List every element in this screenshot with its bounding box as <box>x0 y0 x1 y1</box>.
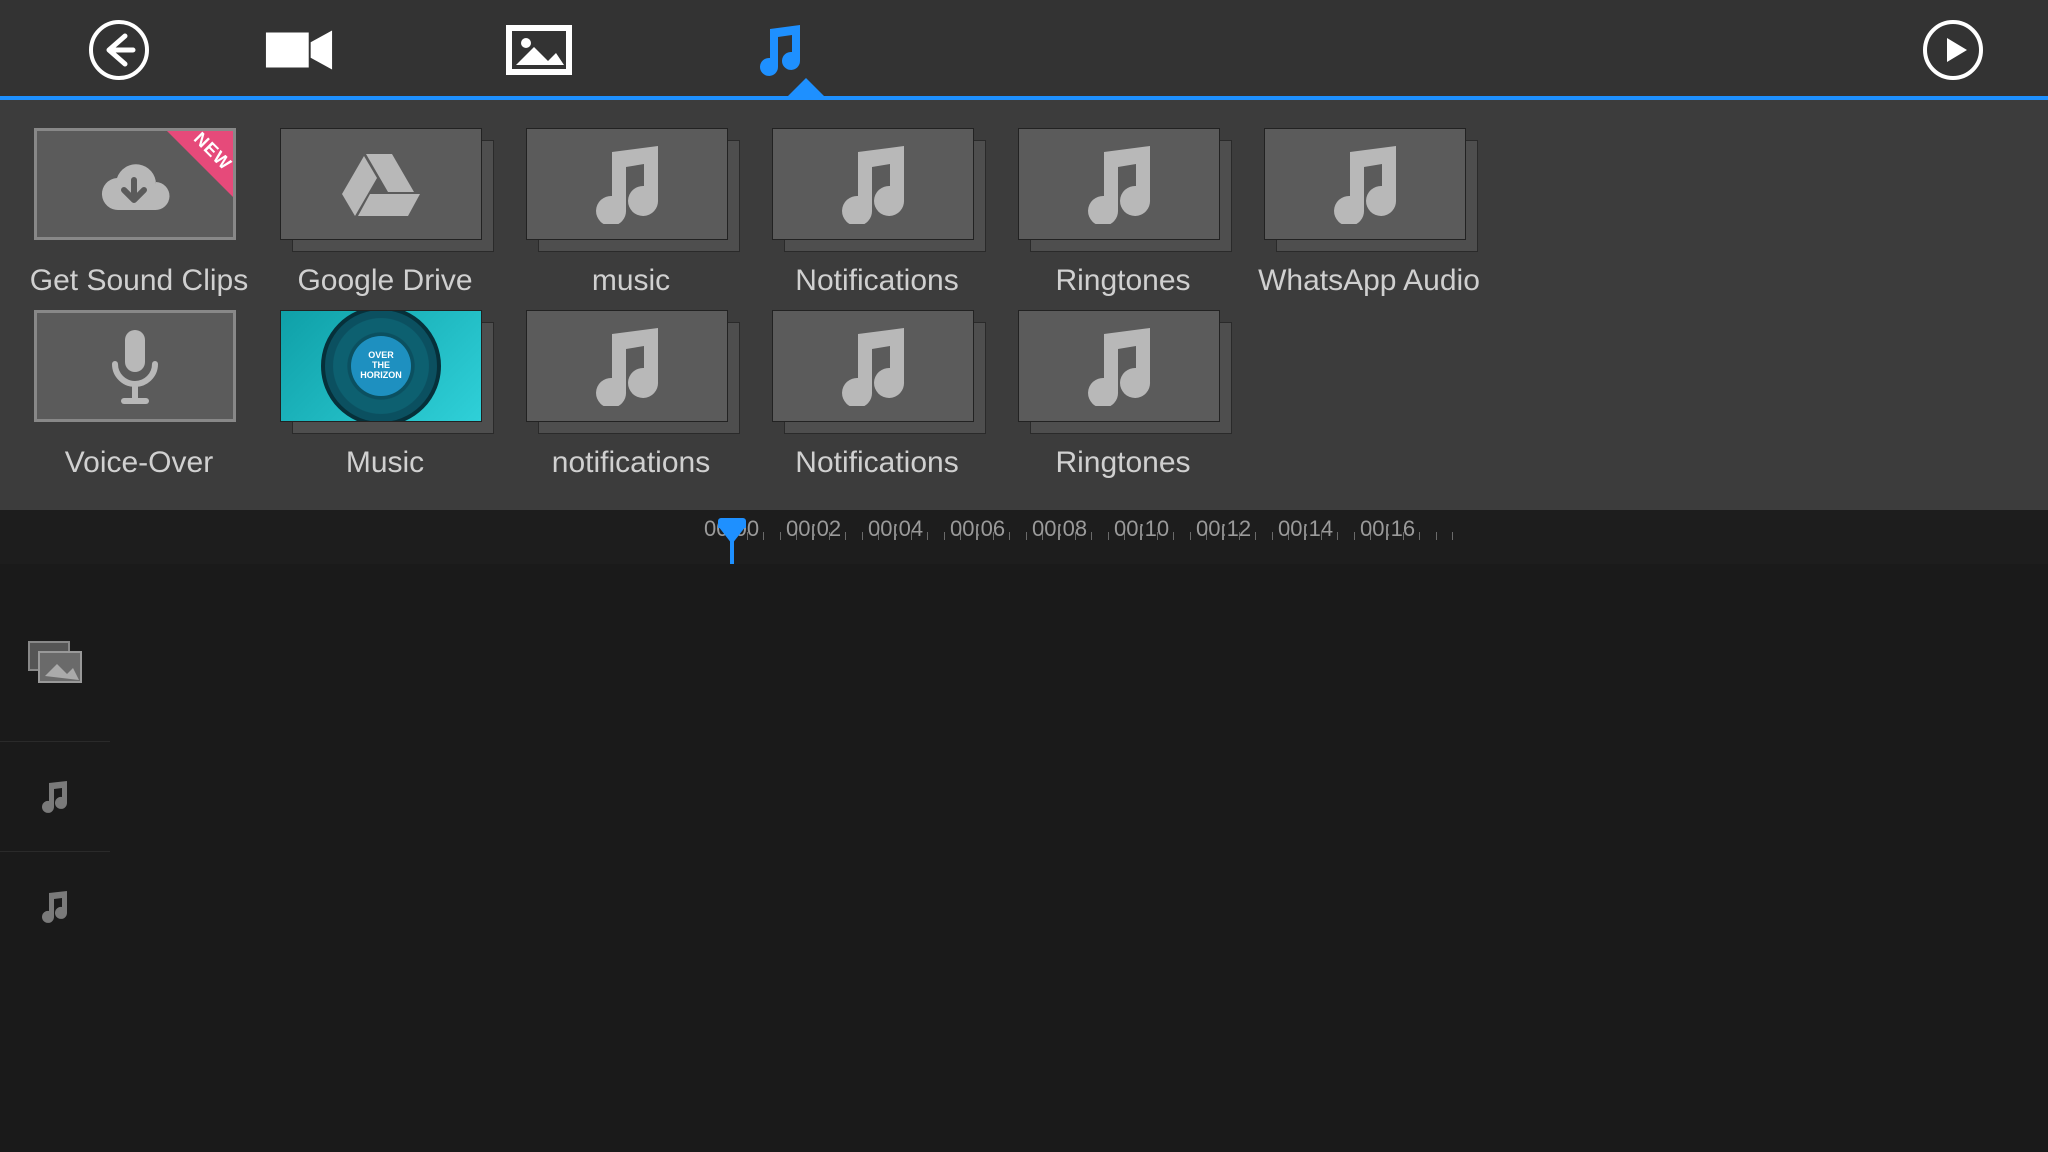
media-tile[interactable]: music <box>526 128 736 298</box>
active-tab-caret <box>788 78 824 96</box>
video-camera-icon <box>264 26 334 74</box>
media-browser: NEWGet Sound ClipsGoogle DrivemusicNotif… <box>0 100 2048 510</box>
tile-label: Google Drive <box>297 264 472 298</box>
new-badge: NEW <box>167 131 233 197</box>
music-thumb <box>772 310 974 422</box>
track-label-audio2[interactable] <box>0 852 110 962</box>
media-tile[interactable]: Ringtones <box>1018 128 1228 298</box>
media-tile[interactable]: Notifications <box>772 310 982 480</box>
media-track-icon <box>27 640 83 684</box>
tile-label: Ringtones <box>1055 446 1190 480</box>
media-tile[interactable]: Voice-Over <box>34 310 244 480</box>
timeline[interactable]: 00:0000:0200:0400:0600:0800:1000:1200:14… <box>0 510 2048 1152</box>
music-thumb <box>526 128 728 240</box>
music-note-small-icon <box>37 779 73 815</box>
tile-label: Ringtones <box>1055 264 1190 298</box>
music-note-small-icon <box>37 889 73 925</box>
music-thumb <box>526 310 728 422</box>
mic-thumb <box>34 310 236 422</box>
track-label-media[interactable] <box>0 582 110 742</box>
music-note-icon <box>750 21 808 79</box>
media-tile[interactable]: NEWGet Sound Clips <box>34 128 244 298</box>
playhead-handle-icon[interactable] <box>718 526 746 544</box>
music-thumb <box>1018 128 1220 240</box>
tile-label: notifications <box>552 446 710 480</box>
media-tile[interactable]: Ringtones <box>1018 310 1228 480</box>
music-thumb <box>1264 128 1466 240</box>
track-label-audio1[interactable] <box>0 742 110 852</box>
arrow-left-icon <box>87 18 151 82</box>
tile-label: Voice-Over <box>65 446 213 480</box>
tile-label: WhatsApp Audio <box>1258 264 1480 298</box>
tile-label: music <box>592 264 670 298</box>
tab-image[interactable] <box>504 15 574 85</box>
download-thumb: NEW <box>34 128 236 240</box>
media-tile[interactable]: WhatsApp Audio <box>1264 128 1474 298</box>
media-tile[interactable]: OVERTHEHORIZON Music <box>280 310 490 480</box>
track-area[interactable] <box>0 564 2048 1152</box>
tab-music[interactable] <box>744 15 814 85</box>
media-tile[interactable]: notifications <box>526 310 736 480</box>
media-tile[interactable]: Google Drive <box>280 128 490 298</box>
play-icon <box>1921 18 1985 82</box>
topbar <box>0 0 2048 100</box>
tile-label: Music <box>346 446 424 480</box>
track-label-column <box>0 582 110 962</box>
image-icon <box>504 23 574 77</box>
album-thumb: OVERTHEHORIZON <box>280 310 482 422</box>
drive-thumb <box>280 128 482 240</box>
tab-video[interactable] <box>264 15 334 85</box>
tile-label: Notifications <box>795 446 958 480</box>
play-button[interactable] <box>1918 15 1988 85</box>
tile-label: Get Sound Clips <box>30 264 248 298</box>
music-thumb <box>772 128 974 240</box>
tile-label: Notifications <box>795 264 958 298</box>
timeline-ruler[interactable]: 00:0000:0200:0400:0600:0800:1000:1200:14… <box>0 510 2048 564</box>
back-button[interactable] <box>84 15 154 85</box>
tab-underline <box>0 96 2048 100</box>
music-thumb <box>1018 310 1220 422</box>
media-tile[interactable]: Notifications <box>772 128 982 298</box>
